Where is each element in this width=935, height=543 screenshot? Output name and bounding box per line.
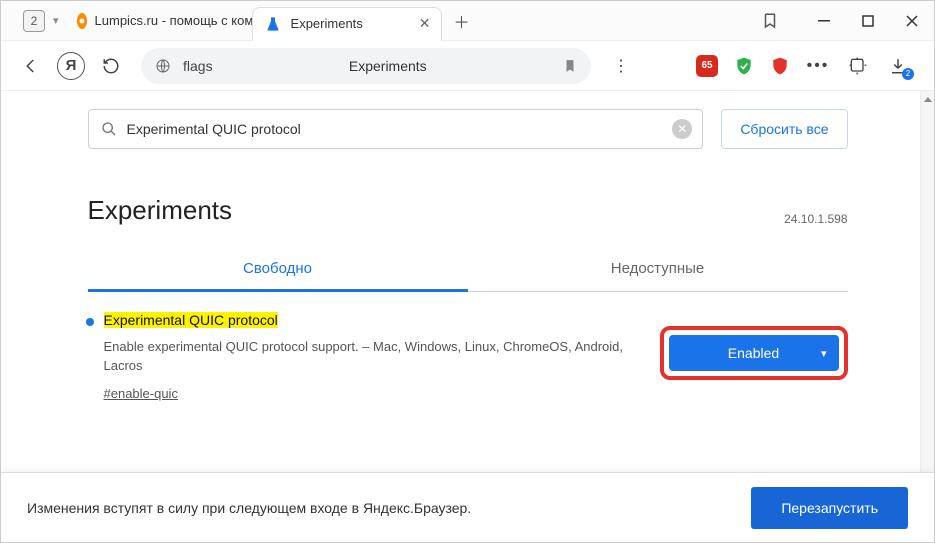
- reset-all-button[interactable]: Сбросить все: [721, 109, 847, 149]
- chevron-down-icon: ▾: [821, 347, 827, 360]
- new-tab-button[interactable]: ＋: [448, 7, 476, 35]
- search-icon: [101, 121, 117, 137]
- flask-icon: [265, 16, 281, 32]
- shield-green-icon[interactable]: [734, 56, 754, 76]
- flag-state-value: Enabled: [728, 345, 779, 361]
- search-value: Experimental QUIC protocol: [127, 121, 301, 137]
- address-bar[interactable]: flags Experiments: [141, 48, 591, 84]
- downloads-button[interactable]: 2: [886, 54, 910, 78]
- footer-text: Изменения вступят в силу при следующем в…: [27, 500, 471, 516]
- minimize-button[interactable]: [802, 1, 846, 41]
- clear-search-icon[interactable]: ✕: [672, 119, 692, 139]
- flag-title: Experimental QUIC protocol: [104, 312, 278, 328]
- version-label: 24.10.1.598: [784, 212, 847, 226]
- tab-unavailable[interactable]: Недоступные: [468, 248, 848, 291]
- page-viewport: Experimental QUIC protocol ✕ Сбросить вс…: [1, 91, 934, 542]
- extensions-group: 65 ••• 2: [696, 54, 916, 78]
- scrollbar[interactable]: [920, 91, 934, 472]
- title-bar: 2 ▾ Lumpics.ru - помощь с ком Experiment…: [1, 1, 934, 41]
- tab-available[interactable]: Свободно: [88, 248, 468, 292]
- background-tab-label: Lumpics.ru - помощь с ком: [95, 13, 252, 28]
- search-input[interactable]: Experimental QUIC protocol ✕: [88, 109, 704, 149]
- background-tab[interactable]: Lumpics.ru - помощь с ком: [67, 5, 252, 37]
- address-title: Experiments: [225, 58, 551, 74]
- close-window-button[interactable]: [890, 1, 934, 41]
- flag-description: Enable experimental QUIC protocol suppor…: [104, 338, 642, 376]
- flag-hash-link[interactable]: #enable-quic: [104, 386, 178, 401]
- active-tab-label: Experiments: [291, 16, 363, 31]
- page-title: Experiments: [88, 195, 233, 226]
- extensions-puzzle-icon[interactable]: [846, 54, 870, 78]
- flag-state-select[interactable]: Enabled ▾: [669, 335, 839, 371]
- extension-badge-1[interactable]: 65: [696, 55, 718, 77]
- bookmark-ribbon-icon[interactable]: [748, 1, 792, 41]
- bookmark-icon[interactable]: [563, 59, 577, 73]
- globe-icon: [155, 58, 171, 74]
- home-button[interactable]: Я: [57, 52, 85, 80]
- kebab-icon[interactable]: ⋮: [609, 54, 633, 78]
- chevron-down-icon[interactable]: ▾: [53, 14, 59, 27]
- address-host: flags: [183, 58, 213, 74]
- tab-count-button[interactable]: 2: [23, 10, 45, 32]
- flags-tabs: Свободно Недоступные: [88, 248, 848, 292]
- modified-dot-icon: [86, 318, 94, 326]
- shield-red-icon[interactable]: [770, 56, 790, 76]
- close-icon[interactable]: ✕: [419, 15, 431, 32]
- restart-button[interactable]: Перезапустить: [751, 487, 908, 529]
- browser-toolbar: Я flags Experiments ⋮ 65 ••• 2: [1, 41, 934, 91]
- download-badge: 2: [902, 68, 914, 80]
- back-button[interactable]: [19, 54, 43, 78]
- highlight-annotation: Enabled ▾: [660, 326, 848, 380]
- maximize-button[interactable]: [846, 1, 890, 41]
- reload-button[interactable]: [99, 54, 123, 78]
- favicon-icon: [77, 13, 87, 29]
- flag-row: Experimental QUIC protocol Enable experi…: [88, 312, 848, 403]
- restart-footer: Изменения вступят в силу при следующем в…: [1, 472, 934, 542]
- more-icon[interactable]: •••: [806, 54, 830, 78]
- active-tab[interactable]: Experiments ✕: [252, 7, 442, 41]
